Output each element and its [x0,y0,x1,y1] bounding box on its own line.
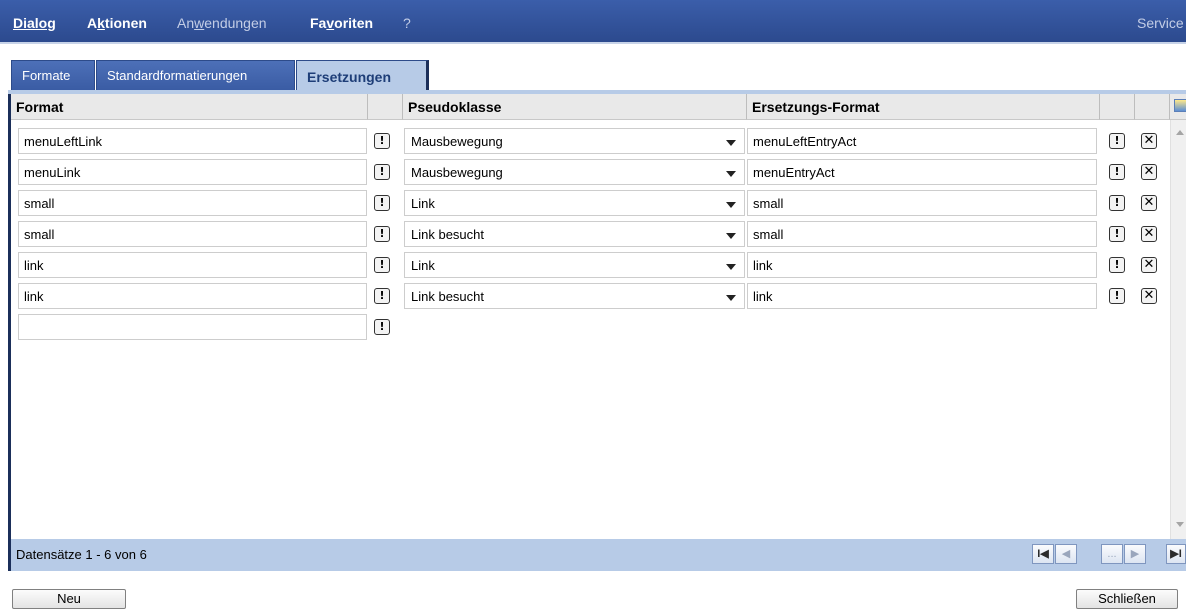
chevron-down-icon [726,202,736,208]
menu-service[interactable]: Service [1137,15,1184,31]
pseudoklasse-select[interactable]: Mausbewegung [404,159,745,185]
scroll-down-icon[interactable] [1176,522,1184,527]
pseudoklasse-value: Mausbewegung [411,165,503,180]
exclamation-icon[interactable]: ! [1109,195,1125,211]
ersetzungs-format-input[interactable]: small [747,221,1097,247]
ersetzungs-format-input[interactable]: menuEntryAct [747,159,1097,185]
pseudoklasse-select[interactable]: Link [404,252,745,278]
tab-ersetzungen[interactable]: Ersetzungen [296,60,429,91]
exclamation-icon[interactable]: ! [1109,288,1125,304]
exclamation-icon[interactable]: ! [374,164,390,180]
close-button[interactable]: Schließen [1076,589,1178,609]
new-format-input[interactable] [18,314,367,340]
pager-previous-button[interactable]: ◀ [1055,544,1077,564]
new-button[interactable]: Neu [12,589,126,609]
pseudoklasse-value: Link besucht [411,227,484,242]
tab-strip: Formate Standardformatierungen Ersetzung… [0,44,1186,92]
pseudoklasse-value: Link besucht [411,289,484,304]
pager-more-button[interactable]: ... [1101,544,1123,564]
delete-icon[interactable]: ✕ [1141,133,1157,149]
menu-aktionen-mnemonic: k [97,15,105,31]
menu-anwendungen-mnemonic: w [194,15,205,31]
column-header-action-2 [1135,94,1170,120]
format-input[interactable]: menuLeftLink [18,128,367,154]
menu-favoriten-suffix: oriten [334,15,374,31]
chevron-down-icon [726,171,736,177]
pager-first-button[interactable]: I◀ [1032,544,1054,564]
exclamation-icon[interactable]: ! [374,133,390,149]
grid-footer: Datensätze 1 - 6 von 6 I◀ ◀ ... ▶ ▶I [8,539,1186,571]
pager-last-button[interactable]: ▶I [1166,544,1186,564]
exclamation-icon[interactable]: ! [1109,226,1125,242]
column-header-pseudoklasse[interactable]: Pseudoklasse [403,94,747,120]
chevron-down-icon [726,233,736,239]
tab-formate[interactable]: Formate [11,60,95,90]
format-input[interactable]: menuLink [18,159,367,185]
exclamation-icon[interactable]: ! [1109,257,1125,273]
menu-aktionen-suffix: tionen [104,15,147,31]
pseudoklasse-value: Link [411,196,435,211]
exclamation-icon[interactable]: ! [1109,133,1125,149]
scroll-up-icon[interactable] [1176,130,1184,135]
delete-icon[interactable]: ✕ [1141,195,1157,211]
menu-favoriten-mnemonic: v [326,15,335,31]
menu-dialog[interactable]: Dialog [13,15,56,31]
pseudoklasse-value: Link [411,258,435,273]
menu-anwendungen-prefix: An [177,15,195,31]
menu-help[interactable]: ? [403,15,411,31]
menu-bar: Dialog Aktionen Anwendungen Favoriten ? … [0,0,1186,44]
chevron-down-icon [726,264,736,270]
delete-icon[interactable]: ✕ [1141,226,1157,242]
exclamation-icon[interactable]: ! [374,257,390,273]
column-header-format[interactable]: Format [11,94,368,120]
column-chooser-icon[interactable] [1174,99,1186,112]
ersetzungs-format-input[interactable]: link [747,283,1097,309]
exclamation-icon[interactable]: ! [374,319,390,335]
ersetzungs-format-input[interactable]: link [747,252,1097,278]
menu-anwendungen-suffix: endungen [204,15,267,31]
chevron-down-icon [726,140,736,146]
pager-next-button[interactable]: ▶ [1124,544,1146,564]
exclamation-icon[interactable]: ! [374,226,390,242]
exclamation-icon[interactable]: ! [374,288,390,304]
pseudoklasse-select[interactable]: Mausbewegung [404,128,745,154]
menu-dialog-label: Dialog [13,15,56,31]
replacement-grid: Format Pseudoklasse Ersetzungs-Format me… [8,94,1186,539]
tab-standardformatierungen[interactable]: Standardformatierungen [96,60,295,90]
pseudoklasse-select[interactable]: Link besucht [404,221,745,247]
pseudoklasse-value: Mausbewegung [411,134,503,149]
pseudoklasse-select[interactable]: Link [404,190,745,216]
ersetzungs-format-input[interactable]: small [747,190,1097,216]
column-header-action-1 [1100,94,1135,120]
column-header-format-action [368,94,403,120]
exclamation-icon[interactable]: ! [1109,164,1125,180]
column-header-ersetzungs-format[interactable]: Ersetzungs-Format [747,94,1100,120]
vertical-scrollbar[interactable] [1170,120,1186,539]
format-input[interactable]: small [18,190,367,216]
delete-icon[interactable]: ✕ [1141,288,1157,304]
menu-anwendungen[interactable]: Anwendungen [177,15,267,31]
menu-favoriten-prefix: Fa [310,15,327,31]
format-input[interactable]: link [18,252,367,278]
chevron-down-icon [726,295,736,301]
menu-aktionen-prefix: A [87,15,98,31]
pseudoklasse-select[interactable]: Link besucht [404,283,745,309]
format-input[interactable]: small [18,221,367,247]
menu-favoriten[interactable]: Favoriten [310,15,373,31]
delete-icon[interactable]: ✕ [1141,164,1157,180]
format-input[interactable]: link [18,283,367,309]
exclamation-icon[interactable]: ! [374,195,390,211]
menu-aktionen[interactable]: Aktionen [87,15,147,31]
ersetzungs-format-input[interactable]: menuLeftEntryAct [747,128,1097,154]
delete-icon[interactable]: ✕ [1141,257,1157,273]
record-count: Datensätze 1 - 6 von 6 [16,547,147,562]
